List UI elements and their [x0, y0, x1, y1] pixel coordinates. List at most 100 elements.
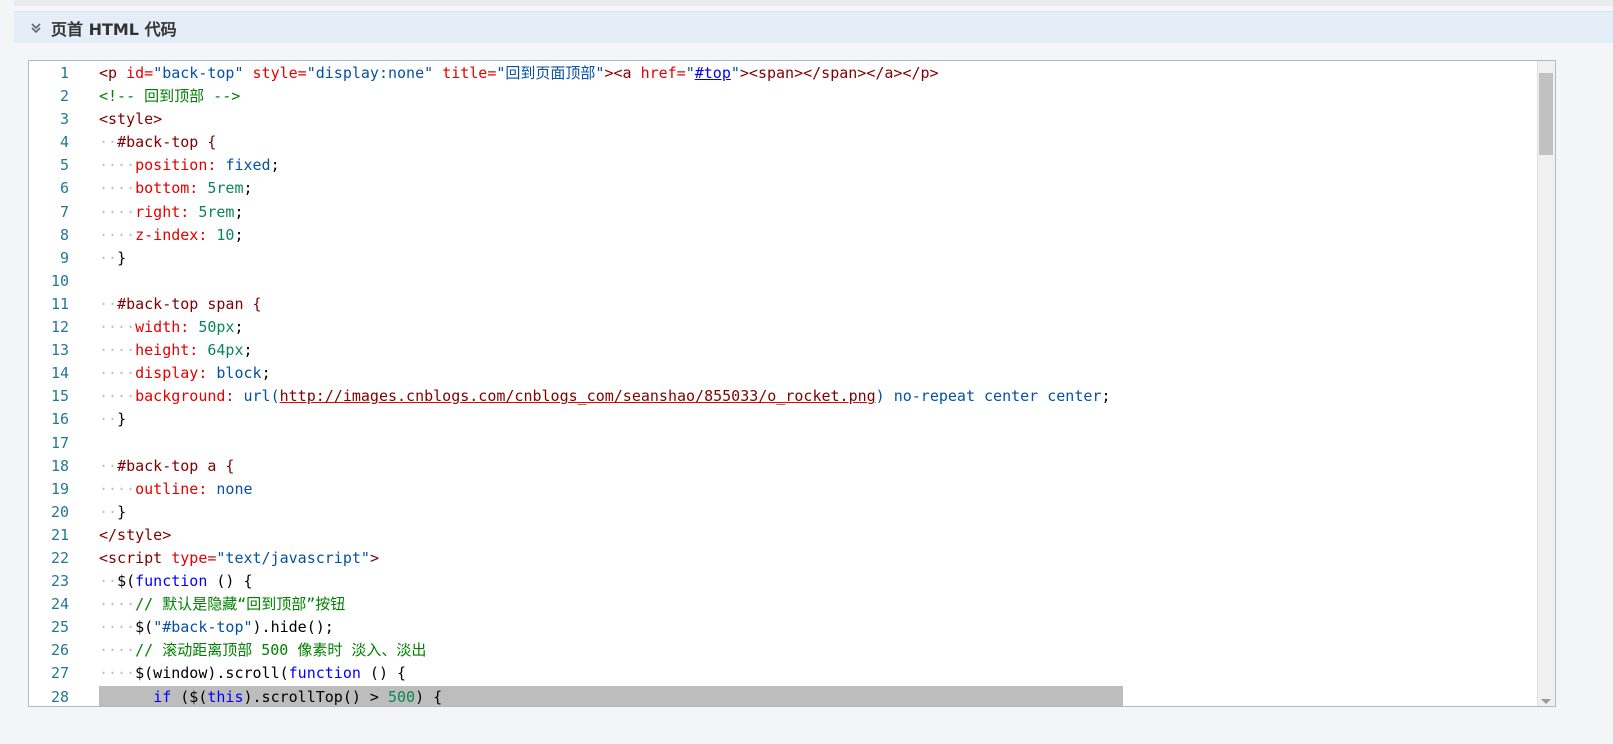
line-number: 18: [50, 456, 69, 475]
code-line[interactable]: 6 ····bottom: 5rem;: [29, 177, 1537, 200]
line-number: 20: [50, 502, 69, 521]
code-line[interactable]: 14 ····display: block;: [29, 362, 1537, 385]
indent-guide: ····: [99, 479, 136, 498]
code-line[interactable]: 19 ····outline: none: [29, 478, 1537, 501]
code-line[interactable]: 23 ··$(function () {: [29, 570, 1537, 593]
code-line[interactable]: 10: [29, 270, 1537, 293]
code-line[interactable]: 7 ····right: 5rem;: [29, 201, 1537, 224]
code-lines[interactable]: 1 <p id="back-top" style="display:none" t…: [29, 62, 1537, 706]
code-line[interactable]: 27 ····$(window).scroll(function () {: [29, 662, 1537, 685]
code-token: ;: [234, 318, 244, 337]
code-line[interactable]: 17: [29, 432, 1537, 455]
vertical-scrollbar[interactable]: [1537, 61, 1555, 706]
code-token: "display:none": [306, 64, 434, 82]
scrollbar-thumb[interactable]: [1539, 73, 1553, 155]
code-token: <!-- 回到顶部 -->: [99, 87, 241, 106]
indent-guide: ····: [99, 364, 136, 383]
code-token: ": [685, 64, 695, 82]
line-number: 11: [50, 294, 69, 313]
line-number: 5: [59, 156, 69, 175]
code-token: $(window).scroll(: [135, 664, 289, 683]
section-title: 页首 HTML 代码: [51, 19, 177, 39]
line-code: ····height: 64px;: [99, 339, 253, 362]
code-line[interactable]: 2 <!-- 回到顶部 -->: [29, 85, 1537, 108]
code-token: }: [117, 410, 127, 429]
code-line[interactable]: 1 <p id="back-top" style="display:none" t…: [29, 62, 1537, 85]
code-token: title=: [442, 64, 497, 82]
code-editor[interactable]: 1 <p id="back-top" style="display:none" t…: [28, 60, 1556, 707]
code-token: 5rem: [198, 202, 235, 221]
code-line[interactable]: 3 <style>: [29, 108, 1537, 131]
code-token[interactable]: http://images.cnblogs.com/cnblogs_com/se…: [280, 387, 876, 405]
code-line[interactable]: 5 ····position: fixed;: [29, 154, 1537, 177]
code-token: ;: [234, 202, 244, 221]
line-number: 22: [50, 548, 69, 567]
code-line[interactable]: 25 ····$("#back-top").hide();: [29, 616, 1537, 639]
code-token: ) {: [415, 687, 443, 706]
double-chevron-down-icon[interactable]: [29, 21, 43, 35]
code-line[interactable]: 13 ····height: 64px;: [29, 339, 1537, 362]
code-line[interactable]: 18 ··#back-top a {: [29, 455, 1537, 478]
code-token: "#back-top": [153, 618, 253, 637]
line-number: 28: [50, 687, 69, 706]
indent-guide: ····: [99, 179, 136, 198]
code-line[interactable]: 21 </style>: [29, 524, 1537, 547]
line-code: ··#back-top span {: [99, 293, 262, 316]
code-token: <script: [99, 548, 172, 567]
code-token: fixed: [225, 156, 271, 175]
code-token[interactable]: #top: [695, 64, 731, 82]
line-code: <style>: [99, 108, 162, 131]
line-code: <script type="text/javascript">: [99, 547, 379, 570]
code-token: <style>: [99, 110, 163, 129]
line-number: 1: [59, 64, 69, 82]
line-number: 25: [50, 618, 69, 637]
code-token: ": [730, 64, 740, 82]
line-code: ····// 滚动距离顶部 500 像素时 淡入、淡出: [99, 639, 426, 662]
line-code: ····$("#back-top").hide();: [99, 616, 334, 639]
code-line[interactable]: 20 ··}: [29, 501, 1537, 524]
code-line[interactable]: 24 ····// 默认是隐藏“回到顶部”按钮: [29, 593, 1537, 616]
code-token: ).hide();: [252, 618, 334, 637]
code-token: }: [117, 502, 127, 521]
indent-guide: ··: [99, 502, 118, 521]
scroll-down-arrow-icon[interactable]: [1541, 699, 1551, 704]
line-code: ······if ($(this).scrollTop() > 500) {: [99, 686, 443, 706]
line-code: ····width: 50px;: [99, 316, 244, 339]
indent-guide: ··: [99, 572, 118, 591]
code-line[interactable]: 8 ····z-index: 10;: [29, 224, 1537, 247]
code-line[interactable]: 28 ······if ($(this).scrollTop() > 500) {: [29, 685, 1537, 706]
code-token: ;: [234, 225, 244, 244]
code-token: #back-top span {: [117, 294, 262, 313]
line-number: 8: [59, 225, 69, 244]
code-line[interactable]: 12 ····width: 50px;: [29, 316, 1537, 339]
indent-guide: ····: [99, 664, 136, 683]
indent-guide: ····: [99, 618, 136, 637]
code-token: ($(: [171, 687, 208, 706]
code-token: function: [288, 664, 361, 683]
code-line[interactable]: 15 ····background: url(http://images.cnbl…: [29, 385, 1537, 408]
code-token: ) no-repeat center center: [875, 387, 1102, 406]
line-number: 10: [50, 271, 69, 290]
code-token: <p: [99, 64, 127, 82]
code-line[interactable]: 4 ··#back-top {: [29, 131, 1537, 154]
indent-guide: ····: [99, 225, 136, 244]
line-code: ··#back-top a {: [99, 455, 234, 478]
code-line[interactable]: 26 ····// 滚动距离顶部 500 像素时 淡入、淡出: [29, 639, 1537, 662]
line-code: ··#back-top {: [99, 131, 216, 154]
section-header[interactable]: 页首 HTML 代码: [14, 11, 1613, 43]
code-line[interactable]: 22 <script type="text/javascript">: [29, 547, 1537, 570]
line-number: 4: [59, 133, 69, 152]
line-number: 23: [50, 572, 69, 591]
code-token: () {: [360, 664, 407, 683]
code-line[interactable]: 11 ··#back-top span {: [29, 293, 1537, 316]
code-token: $(: [135, 618, 154, 637]
code-token: #back-top {: [117, 133, 217, 152]
code-token: height:: [135, 341, 208, 360]
code-line[interactable]: 9 ··}: [29, 247, 1537, 270]
code-token: this: [207, 687, 244, 706]
indent-guide: ····: [99, 641, 136, 660]
code-line[interactable]: 16 ··}: [29, 408, 1537, 431]
indent-guide: ······: [99, 687, 154, 706]
line-number: 7: [59, 202, 69, 221]
